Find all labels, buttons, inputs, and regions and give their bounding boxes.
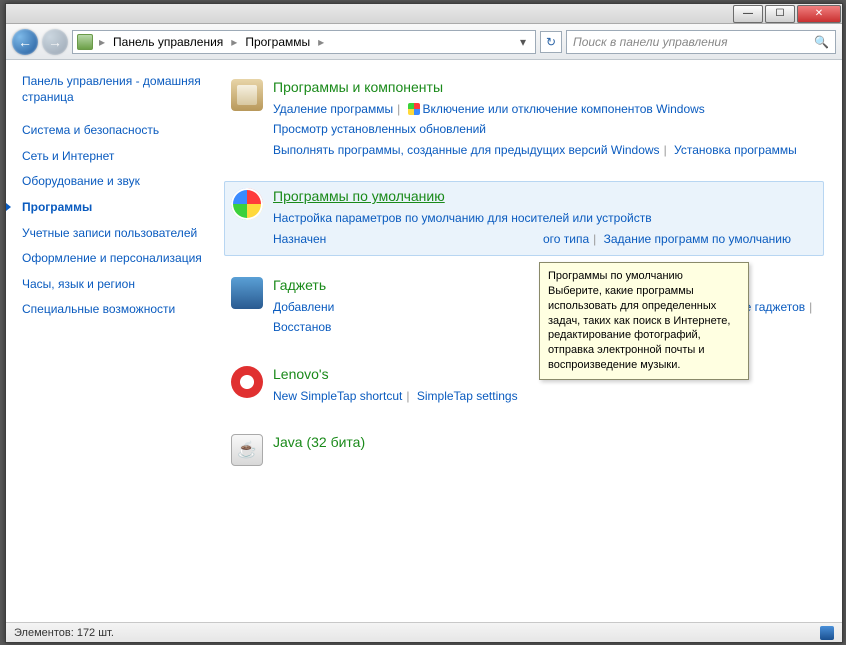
search-icon: 🔍: [814, 35, 829, 49]
titlebar: — ☐ ✕: [6, 4, 842, 24]
status-computer-icon: [820, 626, 834, 640]
link-assoc-b[interactable]: ого типа: [543, 232, 589, 246]
status-bar: Элементов: 172 шт.: [6, 622, 842, 642]
category-title-defaults[interactable]: Программы по умолчанию: [273, 188, 817, 204]
sidebar-item-programs[interactable]: Программы: [22, 200, 204, 216]
tooltip-body: Выберите, какие программы использовать д…: [548, 284, 740, 373]
link-uninstall[interactable]: Удаление программы: [273, 102, 393, 116]
chevron-right-icon[interactable]: ▸: [229, 35, 239, 49]
control-panel-window: — ☐ ✕ ← → ▸ Панель управления ▸ Программ…: [5, 3, 843, 643]
chevron-right-icon[interactable]: ▸: [97, 35, 107, 49]
sidebar-item-hardware[interactable]: Оборудование и звук: [22, 174, 204, 190]
default-programs-icon: [231, 188, 263, 220]
link-gad-restore[interactable]: Восстанов: [273, 320, 331, 334]
breadcrumb-root[interactable]: Панель управления: [111, 35, 225, 49]
category-title-programs[interactable]: Программы и компоненты: [273, 79, 817, 95]
gadgets-icon: [231, 277, 263, 309]
sidebar-item-access[interactable]: Специальные возможности: [22, 302, 204, 318]
sidebar-home[interactable]: Панель управления - домашняя страница: [22, 74, 204, 105]
java-icon: [231, 434, 263, 466]
tooltip: Программы по умолчанию Выберите, какие п…: [539, 262, 749, 380]
sidebar-item-clock[interactable]: Часы, язык и регион: [22, 277, 204, 293]
address-dropdown[interactable]: ▾: [515, 35, 531, 49]
status-text: Элементов: 172 шт.: [14, 627, 114, 639]
breadcrumb-programs[interactable]: Программы: [243, 35, 312, 49]
tooltip-title: Программы по умолчанию: [548, 269, 740, 284]
category-java: Java (32 бита): [224, 427, 824, 473]
link-set-defaults[interactable]: Задание программ по умолчанию: [604, 232, 791, 246]
lenovo-icon: [231, 366, 263, 398]
close-button[interactable]: ✕: [797, 5, 841, 23]
link-simpletap-new[interactable]: New SimpleTap shortcut: [273, 389, 402, 403]
link-install[interactable]: Установка программы: [674, 143, 797, 157]
category-programs-features: Программы и компоненты Удаление программ…: [224, 72, 824, 167]
link-assoc-a[interactable]: Назначен: [273, 232, 326, 246]
link-compat[interactable]: Выполнять программы, созданные для преды…: [273, 143, 660, 157]
programs-features-icon: [231, 79, 263, 111]
search-input[interactable]: Поиск в панели управления 🔍: [566, 30, 836, 54]
refresh-button[interactable]: ↻: [540, 31, 562, 53]
sidebar-item-network[interactable]: Сеть и Интернет: [22, 149, 204, 165]
category-default-programs: Программы по умолчанию Настройка парамет…: [224, 181, 824, 256]
sidebar-item-accounts[interactable]: Учетные записи пользователей: [22, 226, 204, 242]
chevron-right-icon[interactable]: ▸: [316, 35, 326, 49]
forward-button[interactable]: →: [42, 29, 68, 55]
maximize-button[interactable]: ☐: [765, 5, 795, 23]
nav-toolbar: ← → ▸ Панель управления ▸ Программы ▸ ▾ …: [6, 24, 842, 60]
sidebar-item-appearance[interactable]: Оформление и персонализация: [22, 251, 204, 267]
address-bar[interactable]: ▸ Панель управления ▸ Программы ▸ ▾: [72, 30, 536, 54]
sidebar-item-system[interactable]: Система и безопасность: [22, 123, 204, 139]
shield-icon: [408, 103, 420, 115]
link-view-updates[interactable]: Просмотр установленных обновлений: [273, 122, 486, 136]
sidebar: Панель управления - домашняя страница Си…: [6, 60, 214, 623]
link-gad-add[interactable]: Добавлени: [273, 300, 334, 314]
link-autoplay[interactable]: Настройка параметров по умолчанию для но…: [273, 211, 652, 225]
search-placeholder: Поиск в панели управления: [573, 35, 728, 49]
minimize-button[interactable]: —: [733, 5, 763, 23]
back-button[interactable]: ←: [12, 29, 38, 55]
category-title-java[interactable]: Java (32 бита): [273, 434, 817, 450]
link-simpletap-settings[interactable]: SimpleTap settings: [417, 389, 518, 403]
content-pane: Программы и компоненты Удаление программ…: [214, 60, 842, 623]
control-panel-icon: [77, 34, 93, 50]
link-windows-features[interactable]: Включение или отключение компонентов Win…: [423, 102, 705, 116]
